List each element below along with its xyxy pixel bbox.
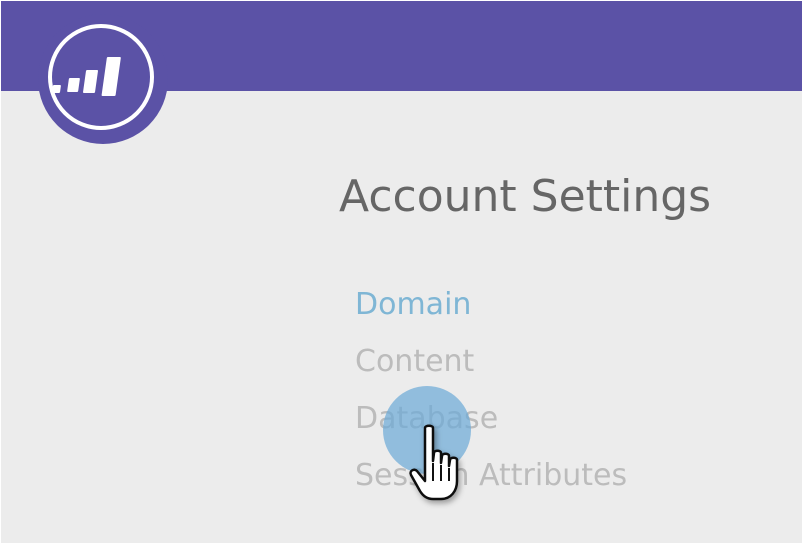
hand-pointer-icon [409, 424, 459, 501]
nav-item-content[interactable]: Content [355, 338, 627, 395]
logo-badge[interactable] [38, 14, 168, 144]
marketo-bars-logo-icon [52, 57, 121, 96]
page-title: Account Settings [339, 171, 712, 222]
app-window: Account Settings Domain Content Database… [1, 1, 802, 543]
settings-nav: Domain Content Database Session Attribut… [355, 281, 627, 509]
nav-item-domain[interactable]: Domain [355, 281, 627, 338]
